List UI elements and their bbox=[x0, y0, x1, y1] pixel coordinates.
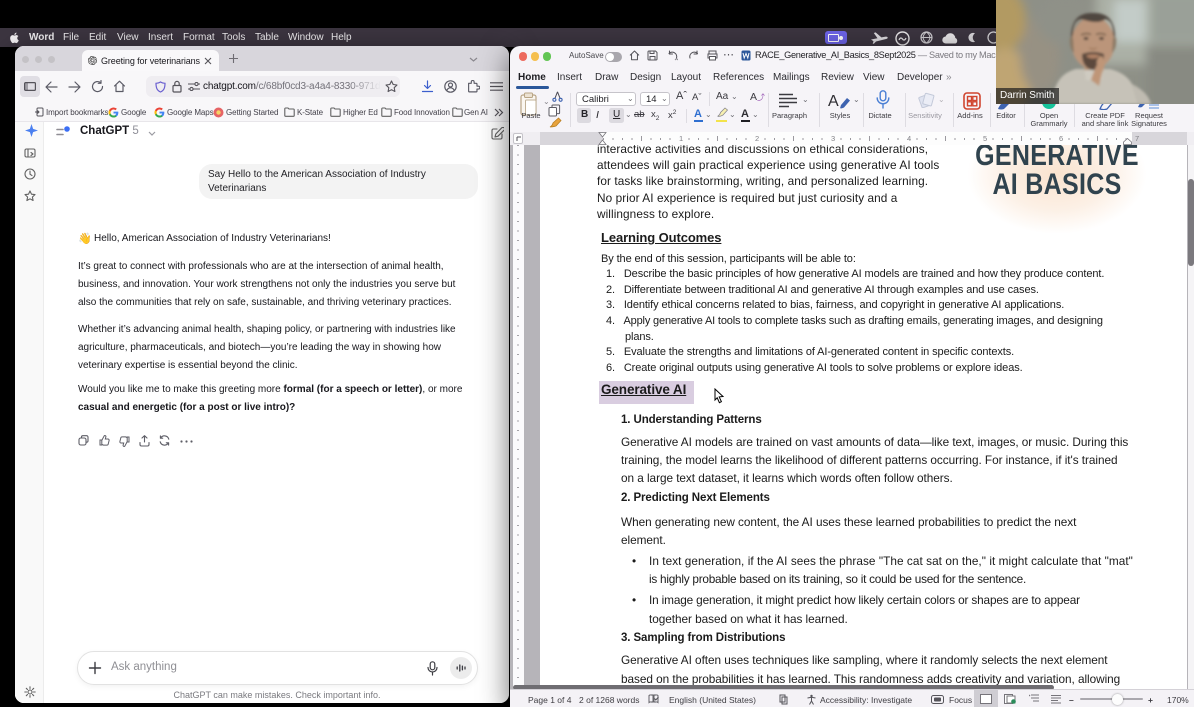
svg-text:A: A bbox=[828, 93, 839, 110]
